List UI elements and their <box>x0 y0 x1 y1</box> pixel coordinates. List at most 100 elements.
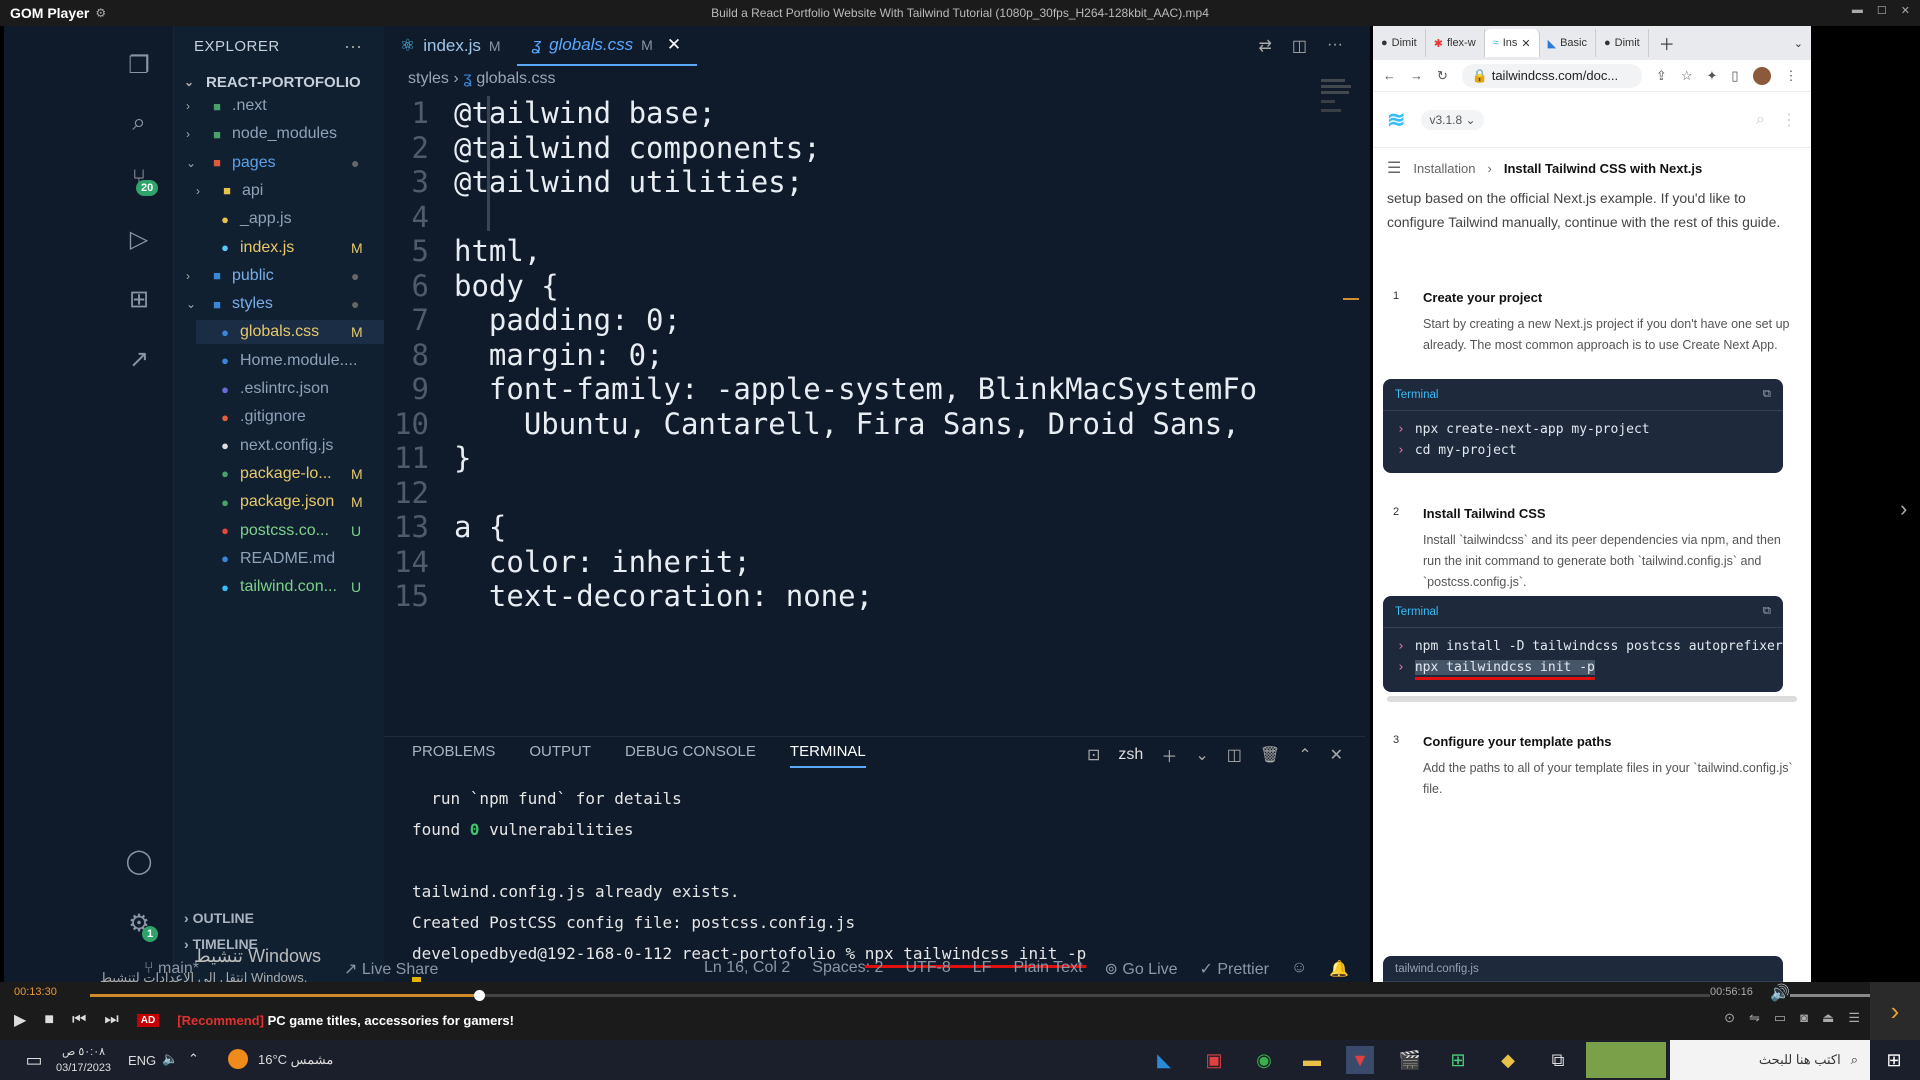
feedback-icon[interactable]: ☺ <box>1291 959 1307 979</box>
tab-globals-css[interactable]: ʓ globals.css M ✕ <box>516 26 698 66</box>
notification-center-icon[interactable]: ▭ <box>20 1046 48 1074</box>
tab-index-js[interactable]: ⚛ index.js M <box>384 26 517 66</box>
sidepanel-icon[interactable]: ▯ <box>1731 68 1738 84</box>
speaker-icon[interactable]: 🔈 <box>162 1051 178 1067</box>
reload-icon[interactable]: ↻ <box>1437 68 1448 84</box>
run-debug-icon[interactable]: ▷ <box>122 222 156 256</box>
compare-changes-icon[interactable]: ⇄ <box>1258 36 1271 56</box>
tab-problems[interactable]: PROBLEMS <box>412 743 495 768</box>
menu-dots-icon[interactable]: ⋮ <box>1781 110 1797 130</box>
new-terminal-icon[interactable]: ＋ <box>1161 743 1177 767</box>
browser-tab[interactable]: ● Dimit <box>1373 29 1426 57</box>
breadcrumb-file[interactable]: globals.css <box>476 70 555 87</box>
capture-icon[interactable]: ◙ <box>1800 1010 1808 1026</box>
version-select[interactable]: v3.1.8 ⌄ <box>1421 109 1484 130</box>
volume-icon[interactable]: 🔊 <box>1770 983 1790 1003</box>
tailwind-logo-icon[interactable]: ≋ <box>1387 107 1405 133</box>
vscode-taskbar-icon[interactable]: ◣ <box>1150 1046 1178 1074</box>
cursor-position[interactable]: Ln 16, Col 2 <box>704 959 790 979</box>
breadcrumb-section[interactable]: Installation <box>1413 161 1475 176</box>
weather-text[interactable]: 16°C مشمس <box>258 1052 333 1068</box>
tree-item[interactable]: ● .eslintrc.json <box>186 377 384 401</box>
eject-icon[interactable]: ⏏ <box>1822 1010 1834 1026</box>
browser-tab-active[interactable]: ≈ Ins ✕ <box>1484 29 1540 57</box>
new-tab-icon[interactable]: ＋ <box>1659 31 1675 55</box>
prettier-button[interactable]: ✓ Prettier <box>1200 959 1269 979</box>
tree-item[interactable]: › ■ public ● <box>186 264 384 288</box>
taskbar-search-box[interactable]: اكتب هنا للبحث ⌕ <box>1670 1040 1870 1080</box>
forward-icon[interactable]: → <box>1410 68 1423 83</box>
horizontal-scrollbar[interactable] <box>1387 696 1797 702</box>
ad-banner[interactable]: [Recommend] PC game titles, accessories … <box>177 1013 514 1028</box>
browser-tab[interactable]: ● Dimit <box>1596 29 1649 57</box>
hamburger-icon[interactable]: ☰ <box>1387 158 1401 178</box>
chevron-down-icon[interactable]: ⌄ <box>1794 37 1803 50</box>
extensions-icon[interactable]: ⊞ <box>122 282 156 316</box>
indentation-status[interactable]: Spaces: 2 <box>812 959 883 979</box>
menu-dots-icon[interactable]: ⋮ <box>1785 68 1798 84</box>
more-actions-icon[interactable]: ··· <box>1327 36 1343 56</box>
video-editor-taskbar-icon[interactable]: 🎬 <box>1396 1046 1424 1074</box>
tree-item[interactable]: ● package.json M <box>186 490 384 514</box>
app-taskbar-icon[interactable]: ▣ <box>1200 1046 1228 1074</box>
project-root[interactable]: ⌄ REACT-PORTOFOLIO <box>184 70 361 94</box>
terminal-output[interactable]: run `npm fund` for details found 0 vulne… <box>412 783 1086 982</box>
next-panel-arrow-icon[interactable]: › <box>1900 496 1907 522</box>
share-icon[interactable]: ⇪ <box>1656 68 1667 84</box>
chrome-taskbar-icon[interactable]: ◉ <box>1250 1046 1278 1074</box>
bookmark-star-icon[interactable]: ☆ <box>1681 68 1693 84</box>
shell-name[interactable]: zsh <box>1118 746 1143 764</box>
video-frame[interactable]: ❐ ⌕ ⑂ 20 ▷ ⊞ ↗ ◯ ⚙ 1 EXPLORER ··· ⌄ REACT… <box>0 26 1920 982</box>
encoding-status[interactable]: UTF-8 <box>905 959 950 979</box>
go-live-button[interactable]: ⊚ Go Live <box>1105 959 1178 979</box>
app-taskbar-icon-3[interactable]: ◆ <box>1494 1046 1522 1074</box>
copy-icon[interactable]: ⧉ <box>1763 605 1771 618</box>
trash-icon[interactable]: 🗑 <box>1260 745 1280 765</box>
play-icon[interactable]: ▶ <box>14 1010 26 1030</box>
split-terminal-icon[interactable]: ◫ <box>1227 745 1242 765</box>
close-tab-icon[interactable]: ✕ <box>667 35 681 55</box>
more-actions-icon[interactable]: ··· <box>344 36 362 57</box>
tree-item[interactable]: ● postcss.co... U <box>186 519 384 543</box>
tree-item[interactable]: ● Home.module.... <box>196 349 384 373</box>
tree-item[interactable]: ⌄ ■ pages ● <box>186 151 384 175</box>
minimap[interactable] <box>1321 76 1357 136</box>
clock-time[interactable]: ٥٠:٠٨ ص <box>56 1044 111 1060</box>
ab-repeat-icon[interactable]: ⇋ <box>1749 1010 1760 1026</box>
settings-gear-icon[interactable]: ⚙ <box>95 6 106 20</box>
live-share-status[interactable]: ↗ Live Share <box>344 959 438 979</box>
menu-icon[interactable]: ☰ <box>1848 1010 1860 1026</box>
volume-slider[interactable] <box>1790 994 1870 997</box>
next-icon[interactable]: ⏭ <box>104 1011 118 1029</box>
windows-start-icon[interactable]: ⊞ <box>1880 1046 1908 1074</box>
chevron-up-icon[interactable]: ⌃ <box>188 1051 199 1067</box>
code-editor[interactable]: 1 @tailwind base; 2 @tailwind components; 3 @… <box>384 96 1319 656</box>
browser-tab[interactable]: ◣ Basic <box>1540 29 1596 57</box>
close-panel-icon[interactable]: ✕ <box>1330 745 1343 765</box>
clock-date[interactable]: 03/17/2023 <box>56 1060 111 1076</box>
live-share-icon[interactable]: ↗ <box>122 342 156 376</box>
tree-item[interactable]: ● index.js M <box>196 236 384 260</box>
seek-thumb[interactable] <box>473 990 485 1001</box>
language-indicator[interactable]: ENG <box>128 1053 156 1068</box>
tab-terminal[interactable]: TERMINAL <box>789 743 866 768</box>
tree-item[interactable]: ● globals.css M <box>196 320 384 345</box>
close-tab-icon[interactable]: ✕ <box>1521 37 1530 50</box>
browser-tab[interactable]: ✱ flex-w <box>1426 29 1485 57</box>
split-editor-icon[interactable]: ◫ <box>1292 36 1307 56</box>
subtitle-icon[interactable]: ▭ <box>1774 1010 1786 1026</box>
playlist-toggle-icon[interactable]: › <box>1870 982 1920 1040</box>
tree-item[interactable]: ● tailwind.con... U <box>186 575 384 599</box>
extensions-icon[interactable]: ✦ <box>1706 68 1717 84</box>
vr-icon[interactable]: ⊙ <box>1724 1010 1735 1026</box>
tree-item[interactable]: ● package-lo... M <box>186 462 384 486</box>
tab-output[interactable]: OUTPUT <box>529 743 591 768</box>
explorer-files-icon[interactable]: ❐ <box>122 48 156 82</box>
search-icon[interactable]: ⌕ <box>1756 111 1765 129</box>
file-explorer-taskbar-icon[interactable]: ▬ <box>1298 1046 1326 1074</box>
seek-bar[interactable] <box>90 990 1710 1001</box>
previous-icon[interactable]: ⏮ <box>72 1011 86 1029</box>
stop-icon[interactable]: ■ <box>44 1011 54 1029</box>
branch-status[interactable]: ⑂ main* <box>144 960 199 978</box>
maximize-icon[interactable]: ☐ <box>1877 4 1887 17</box>
